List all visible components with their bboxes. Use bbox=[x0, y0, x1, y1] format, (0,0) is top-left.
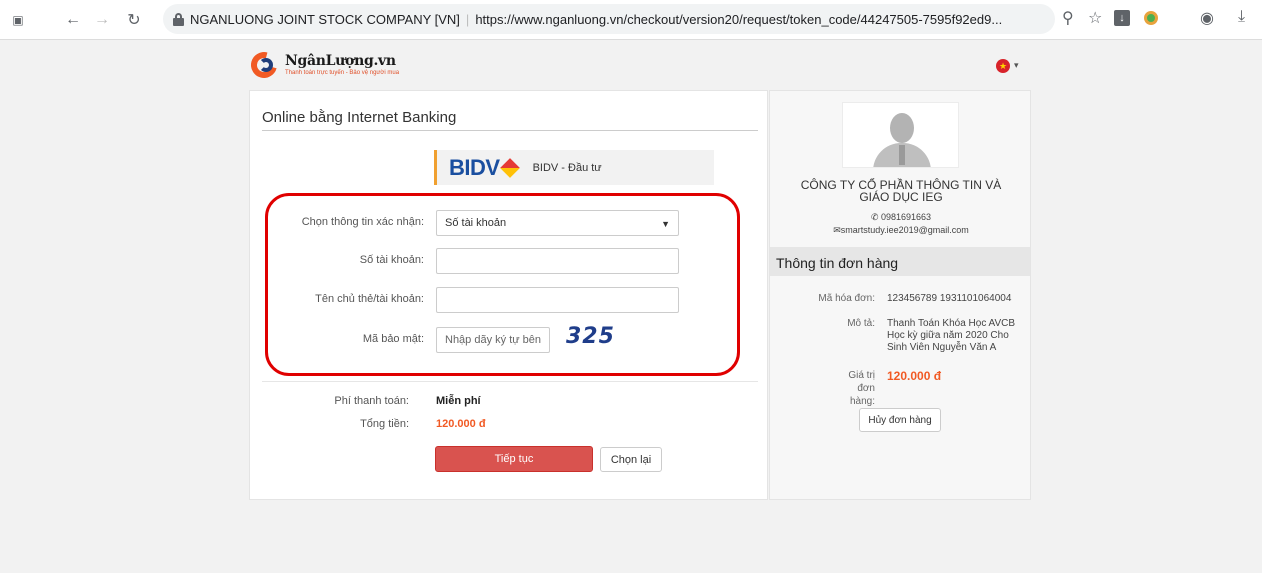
cancel-order-button[interactable]: Hủy đơn hàng bbox=[859, 408, 941, 432]
merchant-avatar bbox=[842, 102, 959, 168]
merchant-name-line2: GIÁO DỤC IEG bbox=[859, 190, 943, 204]
verify-selected-value: Số tài khoản bbox=[445, 217, 507, 229]
account-label: Số tài khoản: bbox=[359, 254, 424, 266]
address-separator: | bbox=[465, 11, 470, 27]
language-dropdown-caret-icon[interactable]: ▾ bbox=[1014, 60, 1019, 71]
merchant-email: ✉smartstudy.iee2019@gmail.com bbox=[770, 225, 1032, 236]
vietnam-flag-icon[interactable]: ★ bbox=[996, 59, 1010, 73]
download-icon[interactable]: ⤓ bbox=[1238, 8, 1245, 26]
download-extension-icon[interactable]: ↓ bbox=[1114, 10, 1130, 26]
merchant-email-value: smartstudy.iee2019@gmail.com bbox=[840, 225, 969, 235]
verify-label: Chọn thông tin xác nhận: bbox=[301, 216, 424, 228]
url-text: https://www.nganluong.vn/checkout/versio… bbox=[475, 11, 1003, 27]
continue-button[interactable]: Tiếp tục bbox=[435, 446, 593, 472]
verify-select[interactable]: Số tài khoản ▼ bbox=[436, 210, 679, 236]
order-info-card: CÔNG TY CỔ PHẦN THÔNG TIN VÀ GIÁO DỤC IE… bbox=[769, 90, 1031, 500]
bank-logo-diamond-icon bbox=[499, 157, 520, 178]
brand-tagline: Thanh toán trực tuyến - Bảo vệ người mua bbox=[285, 69, 400, 76]
invoice-value: 123456789 1931101064004 bbox=[887, 293, 1012, 304]
order-amount-label: Giá trị đơn hàng: bbox=[848, 370, 875, 407]
site-owner: NGANLUONG JOINT STOCK COMPANY [VN] bbox=[190, 11, 460, 27]
brand-logo[interactable]: NgânLượng.vn Thanh toán trực tuyến - Bảo… bbox=[246, 47, 400, 83]
description-label: Mô tả: bbox=[847, 318, 875, 329]
fee-value: Miễn phí bbox=[436, 395, 481, 407]
merchant-phone: ✆ 0981691663 bbox=[770, 212, 1032, 223]
description-value: Thanh Toán Khóa Học AVCB Học kỳ giữa năm… bbox=[887, 318, 1016, 353]
divider bbox=[262, 130, 758, 131]
captcha-row: Mã bảo mật: 325 bbox=[250, 324, 769, 353]
bank-logo: BIDV bbox=[449, 154, 500, 180]
invoice-label: Mã hóa đơn: bbox=[818, 293, 875, 304]
forward-arrow-icon[interactable]: → bbox=[92, 10, 112, 30]
tab-icon[interactable]: ▣ bbox=[8, 10, 28, 30]
lock-icon bbox=[173, 12, 184, 26]
section-title: Online bằng Internet Banking bbox=[262, 109, 457, 126]
zoom-icon[interactable]: ⚲ bbox=[1062, 8, 1074, 28]
brand-name: NgânLượng.vn bbox=[285, 52, 396, 69]
envelope-icon: ✉ bbox=[833, 225, 841, 235]
reselect-button[interactable]: Chọn lại bbox=[600, 447, 662, 472]
captcha-label: Mã bảo mật: bbox=[362, 333, 424, 345]
account-row: Số tài khoản: bbox=[250, 248, 769, 274]
extension-icon[interactable] bbox=[1144, 11, 1158, 25]
reload-icon[interactable]: ↻ bbox=[124, 10, 144, 30]
select-caret-icon: ▼ bbox=[661, 219, 670, 229]
fee-label: Phí thanh toán: bbox=[334, 395, 409, 407]
order-info-header: Thông tin đơn hàng bbox=[770, 247, 1030, 276]
bank-name: BIDV - Đầu tư bbox=[532, 161, 602, 174]
account-holder-input[interactable] bbox=[436, 287, 679, 313]
captcha-input[interactable] bbox=[436, 327, 550, 353]
selected-bank: BIDV BIDV - Đầu tư bbox=[434, 150, 714, 185]
order-amount-value: 120.000 đ bbox=[887, 369, 942, 383]
verify-row: Chọn thông tin xác nhận: Số tài khoản ▼ bbox=[250, 210, 769, 236]
logo-mark-icon bbox=[246, 47, 282, 83]
browser-toolbar: ▣ ← → ↻ NGANLUONG JOINT STOCK COMPANY [V… bbox=[0, 0, 1262, 40]
total-label: Tổng tiền: bbox=[360, 418, 409, 430]
captcha-image: 325 bbox=[566, 324, 615, 349]
total-value: 120.000 đ bbox=[436, 418, 486, 430]
bookmark-star-icon[interactable]: ☆ bbox=[1088, 8, 1102, 28]
holder-label: Tên chủ thẻ/tài khoản: bbox=[315, 293, 424, 305]
account-number-input[interactable] bbox=[436, 248, 679, 274]
payment-card: Online bằng Internet Banking BIDV BIDV -… bbox=[249, 90, 768, 500]
divider bbox=[262, 381, 758, 382]
back-arrow-icon[interactable]: ← bbox=[63, 10, 83, 30]
phone-icon: ✆ bbox=[870, 212, 879, 222]
account-icon[interactable]: ◉ bbox=[1200, 8, 1214, 28]
merchant-phone-value: 0981691663 bbox=[881, 212, 932, 222]
merchant-name: CÔNG TY CỔ PHẦN THÔNG TIN VÀ GIÁO DỤC IE… bbox=[770, 179, 1032, 203]
address-bar[interactable]: NGANLUONG JOINT STOCK COMPANY [VN] | htt… bbox=[163, 4, 1055, 34]
holder-row: Tên chủ thẻ/tài khoản: bbox=[250, 287, 769, 313]
